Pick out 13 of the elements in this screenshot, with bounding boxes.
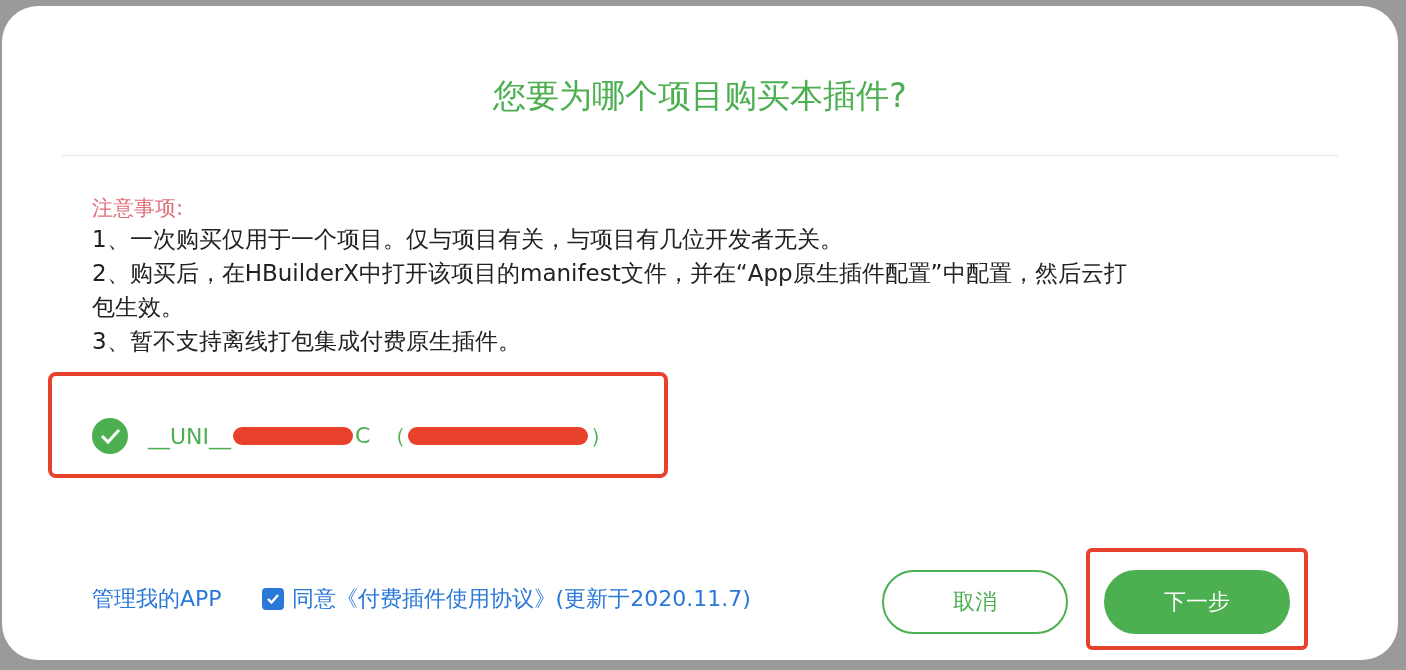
project-option[interactable]: __UNI__ C （ ）: [148, 421, 613, 451]
cancel-button[interactable]: 取消: [882, 570, 1068, 634]
next-button[interactable]: 下一步: [1104, 570, 1290, 634]
checkmark-icon: [265, 592, 280, 606]
notice-heading: 注意事项:: [92, 195, 185, 222]
notice-text: 2、购买后，在HBuilderX中打开该项目的manifest文件，并在“App原生插件配置”中配置，然后云打包生效。: [92, 259, 1128, 322]
check-icon[interactable]: [92, 418, 128, 454]
manage-apps-link[interactable]: 管理我的APP: [92, 584, 222, 614]
notice-text: 1、一次购买仅用于一个项目。仅与项目有关，与项目有几位开发者无关。: [92, 225, 844, 254]
dialog-title: 您要为哪个项目购买本插件?: [62, 6, 1338, 156]
notice-text: 3、暂不支持离线打包集成付费原生插件。: [92, 327, 522, 356]
agree-checkbox[interactable]: [261, 588, 284, 610]
agreement-text: 同意《付费插件使用协议》(更新于2020.11.7): [291, 585, 751, 613]
